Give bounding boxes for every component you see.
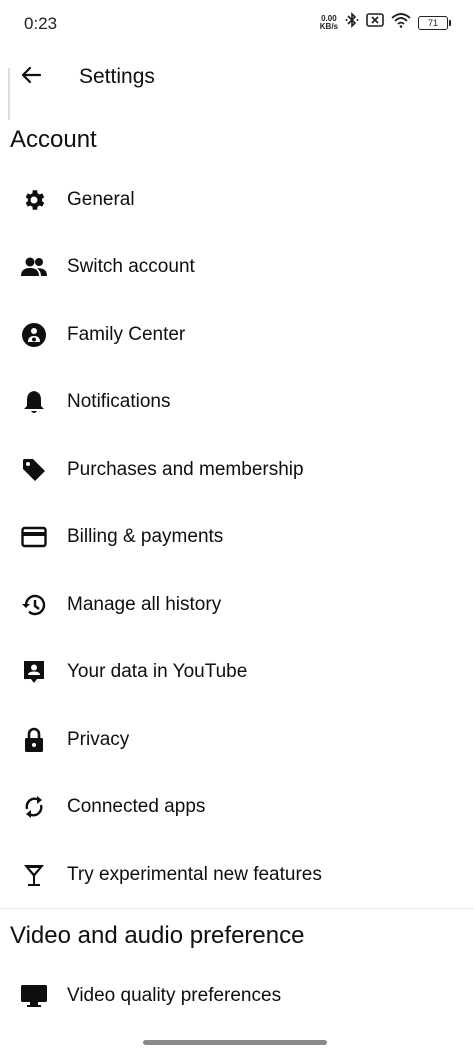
status-icons: 0.00 KB/s 71	[319, 12, 451, 33]
settings-item-experimental[interactable]: Try experimental new features	[0, 845, 474, 905]
back-button[interactable]	[14, 60, 48, 94]
settings-item-general[interactable]: General	[0, 170, 474, 230]
home-indicator[interactable]	[143, 1040, 327, 1045]
status-time: 0:23	[24, 14, 58, 33]
settings-item-label: Manage all history	[67, 594, 222, 615]
status-bar: 0:23 0.00 KB/s 71	[0, 0, 474, 48]
monitor-icon	[20, 982, 48, 1010]
settings-item-label: Privacy	[67, 729, 130, 750]
settings-item-switch-account[interactable]: Switch account	[0, 237, 474, 297]
gear-icon	[20, 186, 48, 214]
settings-item-family-center[interactable]: Family Center	[0, 305, 474, 365]
settings-item-connected-apps[interactable]: Connected apps	[0, 777, 474, 837]
bell-icon	[20, 388, 48, 416]
history-icon	[20, 591, 48, 619]
bluetooth-icon	[345, 12, 359, 33]
battery-level: 71	[427, 17, 438, 28]
family-icon	[20, 321, 48, 349]
section-header-video-audio: Video and audio preference	[10, 922, 305, 949]
settings-item-label: Notifications	[67, 391, 171, 412]
settings-item-purchases[interactable]: Purchases and membership	[0, 440, 474, 500]
settings-item-label: General	[67, 189, 135, 210]
settings-item-label: Switch account	[67, 256, 195, 277]
section-divider	[0, 908, 474, 909]
no-sim-icon	[366, 13, 384, 32]
settings-item-your-data[interactable]: Your data in YouTube	[0, 642, 474, 702]
people-icon	[20, 253, 48, 281]
settings-item-label: Purchases and membership	[67, 459, 304, 480]
settings-item-label: Video quality preferences	[67, 985, 282, 1006]
settings-item-privacy[interactable]: Privacy	[0, 710, 474, 770]
back-arrow-icon	[19, 63, 43, 92]
glass-icon	[20, 861, 48, 889]
app-bar: Settings	[0, 52, 474, 104]
network-speed-unit: KB/s	[319, 21, 338, 31]
battery-indicator: 71	[418, 15, 451, 30]
network-speed: 0.00 KB/s	[319, 14, 338, 31]
settings-item-label: Your data in YouTube	[67, 661, 248, 682]
lock-icon	[20, 726, 48, 754]
tag-icon	[20, 456, 48, 484]
settings-item-video-quality[interactable]: Video quality preferences	[0, 966, 474, 1026]
settings-item-label: Try experimental new features	[67, 864, 322, 885]
page-title: Settings	[79, 65, 155, 88]
account-box-icon	[20, 658, 48, 686]
settings-item-billing[interactable]: Billing & payments	[0, 507, 474, 567]
settings-item-label: Billing & payments	[67, 526, 224, 547]
credit-card-icon	[20, 523, 48, 551]
sync-icon	[20, 793, 48, 821]
wifi-icon	[391, 12, 411, 33]
section-header-account: Account	[10, 126, 97, 153]
settings-item-notifications[interactable]: Notifications	[0, 372, 474, 432]
settings-item-label: Connected apps	[67, 796, 206, 817]
settings-item-manage-history[interactable]: Manage all history	[0, 575, 474, 635]
settings-item-label: Family Center	[67, 324, 186, 345]
